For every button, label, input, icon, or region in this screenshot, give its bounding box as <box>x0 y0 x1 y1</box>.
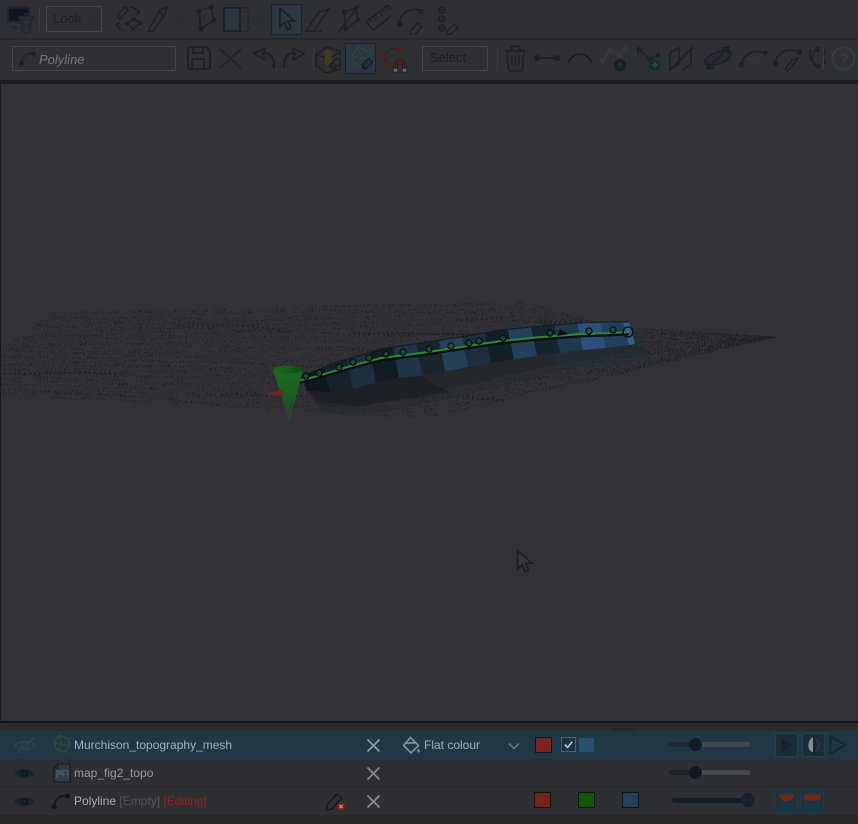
svg-text:?: ? <box>839 52 849 69</box>
svg-text:3D: 3D <box>746 56 760 68</box>
